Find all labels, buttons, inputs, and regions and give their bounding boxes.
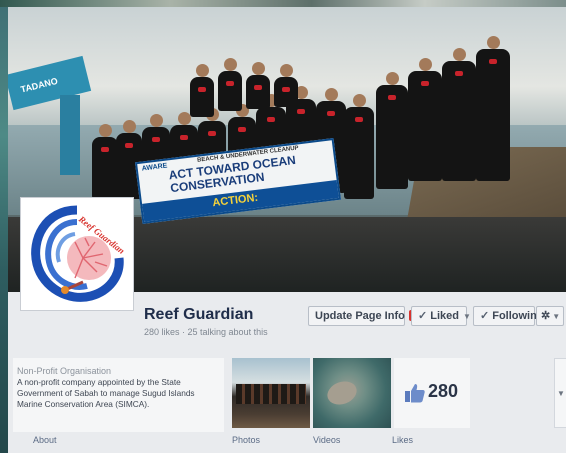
profile-picture[interactable]: Reef Guardian (20, 197, 134, 311)
photos-link[interactable]: Photos (232, 435, 260, 445)
page-stats: 280 likes · 25 talking about this (144, 327, 268, 337)
volunteer (274, 64, 298, 107)
facebook-page: TADANO AWARE BEACH & UNDERWATER CLEANUP … (8, 7, 566, 453)
update-page-info-label: Update Page Info (315, 310, 405, 322)
checkmark-icon: ✓ (418, 310, 428, 322)
likes-count: 280 (428, 381, 459, 401)
likes-tile[interactable]: 280 (394, 358, 470, 428)
liked-button[interactable]: ✓ Liked ▼ (411, 306, 471, 326)
volunteer (246, 62, 270, 109)
chevron-down-icon: ▼ (462, 312, 471, 321)
banner-action-text: ACTION: (211, 191, 259, 210)
photo-thumbnail-crowd (236, 384, 306, 404)
volunteer (92, 124, 118, 199)
crane-arm (60, 95, 80, 175)
coral-logo-icon (31, 205, 124, 302)
volunteer (476, 36, 510, 181)
volunteer (408, 58, 442, 181)
volunteer (376, 72, 408, 189)
checkmark-icon: ✓ (480, 310, 490, 322)
chevron-down-icon: ▼ (552, 312, 561, 321)
volunteer (442, 48, 476, 181)
about-link[interactable]: About (33, 435, 57, 445)
more-apps-button[interactable]: ▼ (554, 358, 566, 428)
video-thumbnail-turtle (324, 377, 360, 409)
thumbs-up-icon (405, 384, 425, 403)
gear-icon: ✲ (541, 310, 551, 322)
chevron-down-icon: ▼ (557, 389, 565, 398)
top-strip (0, 0, 566, 7)
volunteer (218, 58, 242, 111)
reef-guardian-logo: Reef Guardian (25, 202, 129, 306)
liked-label: Liked (430, 310, 459, 322)
videos-tile[interactable] (313, 358, 391, 428)
about-category: Non-Profit Organisation (17, 366, 112, 376)
settings-gear-button[interactable]: ✲ ▼ (536, 306, 564, 326)
about-description: A non-profit company appointed by the St… (17, 377, 195, 409)
likes-link[interactable]: Likes (392, 435, 413, 445)
volunteer (344, 94, 374, 199)
photos-tile[interactable] (232, 358, 310, 428)
following-button[interactable]: ✓ Following (473, 306, 544, 326)
videos-link[interactable]: Videos (313, 435, 340, 445)
banner-logo: AWARE (141, 162, 168, 173)
volunteer (190, 64, 214, 117)
page-title[interactable]: Reef Guardian (144, 306, 253, 324)
crane-label: TADANO (19, 75, 59, 95)
update-page-info-button[interactable]: Update Page Info1 (308, 306, 420, 326)
